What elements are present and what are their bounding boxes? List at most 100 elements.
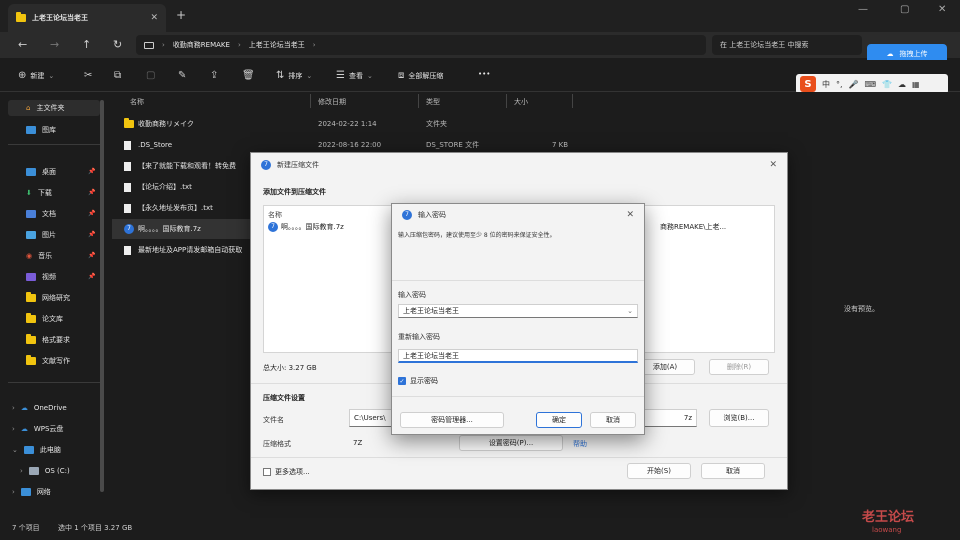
list-item-path: 商務REMAKE\上老... bbox=[660, 223, 727, 231]
more-options-checkbox[interactable]: 更多选项... bbox=[263, 467, 310, 477]
remove-button[interactable]: 删除(R) bbox=[709, 359, 769, 375]
column-header-date[interactable]: 修改日期 bbox=[318, 97, 346, 107]
search-placeholder: 在 上老王论坛当老王 中搜索 bbox=[720, 41, 809, 49]
pin-icon[interactable]: 📌 bbox=[88, 189, 95, 196]
address-bar[interactable]: › 收勤商務REMAKE › 上老王论坛当老王 › bbox=[136, 35, 706, 55]
format-select[interactable]: 7Z bbox=[353, 439, 362, 447]
column-header-name[interactable]: 名称 bbox=[130, 97, 144, 107]
menu-icon[interactable]: ▦ bbox=[912, 80, 920, 89]
sidebar-item-label: 网络研究 bbox=[42, 294, 70, 302]
skin-icon[interactable]: 👕 bbox=[882, 80, 892, 89]
explorer-tab[interactable]: 上老王论坛当老王 ✕ bbox=[8, 4, 166, 32]
sidebar-item-desktop[interactable]: 桌面 bbox=[26, 164, 56, 180]
divider bbox=[8, 382, 100, 383]
share-button[interactable]: ⇪ bbox=[210, 70, 218, 81]
keyboard-icon[interactable]: ⌨ bbox=[865, 80, 877, 89]
ime-mode[interactable]: 中 bbox=[822, 79, 830, 90]
list-item[interactable]: 7 啊。。。。国际教育.7z bbox=[268, 222, 344, 232]
close-window-button[interactable]: ✕ bbox=[938, 4, 946, 15]
password-input[interactable]: 上老王论坛当老王 ⌄ bbox=[398, 304, 638, 318]
sidebar-item-downloads[interactable]: ⬇ 下载 bbox=[26, 185, 52, 201]
paste-button[interactable]: ▢ bbox=[146, 70, 155, 81]
refresh-icon[interactable]: ↻ bbox=[113, 38, 122, 51]
view-button[interactable]: ☰ 查看 ⌄ bbox=[336, 70, 373, 81]
sidebar-item-home[interactable]: ⌂ 主文件夹 bbox=[8, 100, 100, 116]
cancel-button[interactable]: 取消 bbox=[701, 463, 765, 479]
filename-label: 文件名 bbox=[263, 416, 284, 424]
minimize-button[interactable]: — bbox=[858, 4, 868, 15]
punctuation-icon[interactable]: °, bbox=[836, 80, 843, 89]
show-password-checkbox[interactable]: ✓ 显示密码 bbox=[398, 376, 438, 386]
more-button[interactable]: ••• bbox=[478, 70, 490, 78]
help-link[interactable]: 帮助 bbox=[573, 439, 587, 449]
sidebar-item-folder[interactable]: 格式要求 bbox=[26, 332, 70, 348]
sidebar-item-documents[interactable]: 文档 bbox=[26, 206, 56, 222]
sidebar-item-folder[interactable]: 文献写作 bbox=[26, 353, 70, 369]
tab-close-icon[interactable]: ✕ bbox=[150, 13, 158, 23]
forward-icon[interactable]: → bbox=[50, 38, 59, 51]
video-icon bbox=[26, 273, 36, 281]
up-icon[interactable]: ↑ bbox=[82, 38, 91, 51]
sidebar-item-onedrive[interactable]: › ☁ OneDrive bbox=[12, 400, 67, 416]
cut-button[interactable]: ✂ bbox=[84, 70, 92, 81]
dialog-title-bar: 7 新建压缩文件 ✕ bbox=[251, 153, 787, 177]
rename-icon: ✎ bbox=[178, 70, 187, 81]
new-tab-button[interactable]: + bbox=[176, 8, 186, 22]
baidu-upload-label: 拖拽上传 bbox=[899, 50, 928, 58]
sidebar-item-folder[interactable]: 网络研究 bbox=[26, 290, 70, 306]
sidebar-item-folder[interactable]: 论文库 bbox=[26, 311, 63, 327]
breadcrumb-item-1[interactable]: 收勤商務REMAKE bbox=[173, 40, 230, 50]
pin-icon[interactable]: 📌 bbox=[88, 168, 95, 175]
ime-toolbar[interactable]: S 中 °, 🎤 ⌨ 👕 ☁ ▦ bbox=[796, 74, 948, 94]
sort-button[interactable]: ⇅ 排序 ⌄ bbox=[276, 70, 312, 81]
breadcrumb-item-2[interactable]: 上老王论坛当老王 bbox=[249, 40, 305, 50]
sidebar-item-music[interactable]: ◉ 音乐 bbox=[26, 248, 52, 264]
list-item-name: 啊。。。。国际教育.7z bbox=[281, 223, 344, 231]
column-divider[interactable] bbox=[418, 94, 419, 108]
start-button[interactable]: 开始(S) bbox=[627, 463, 691, 479]
password-manager-button[interactable]: 密码管理器... bbox=[400, 412, 504, 428]
file-size: 7 KB bbox=[552, 141, 569, 149]
confirm-password-input[interactable]: 上老王论坛当老王 bbox=[398, 349, 638, 363]
column-divider[interactable] bbox=[506, 94, 507, 108]
pin-icon[interactable]: 📌 bbox=[88, 210, 95, 217]
pin-icon[interactable]: 📌 bbox=[88, 231, 95, 238]
pin-icon[interactable]: 📌 bbox=[88, 273, 95, 280]
sidebar-item-pictures[interactable]: 图片 bbox=[26, 227, 56, 243]
rename-button[interactable]: ✎ bbox=[178, 70, 186, 81]
file-row[interactable]: 收勤商務リメイク 2024-02-22 1:14 文件夹 bbox=[112, 114, 772, 134]
chevron-down-icon[interactable]: ⌄ bbox=[627, 307, 633, 315]
column-divider[interactable] bbox=[310, 94, 311, 108]
column-header-size[interactable]: 大小 bbox=[514, 97, 528, 107]
column-divider[interactable] bbox=[572, 94, 573, 108]
7z-app-icon: 7 bbox=[402, 210, 412, 220]
back-icon[interactable]: ← bbox=[18, 38, 27, 51]
pin-icon[interactable]: 📌 bbox=[88, 252, 95, 259]
browse-button[interactable]: 浏览(B)... bbox=[709, 409, 769, 427]
delete-button[interactable]: 🗑 bbox=[242, 70, 255, 81]
tools-icon[interactable]: ☁ bbox=[898, 80, 906, 89]
cancel-button[interactable]: 取消 bbox=[590, 412, 636, 428]
maximize-button[interactable]: ▢ bbox=[900, 4, 909, 15]
sidebar-item-gallery[interactable]: 图库 bbox=[26, 122, 56, 138]
column-header-type[interactable]: 类型 bbox=[426, 97, 440, 107]
extract-all-button[interactable]: ⧈ 全部解压缩 bbox=[398, 70, 443, 81]
set-password-button[interactable]: 设置密码(P)... bbox=[459, 435, 563, 451]
checkmark-icon: ✓ bbox=[398, 377, 406, 385]
password-value: 上老王论坛当老王 bbox=[403, 307, 459, 315]
ok-button[interactable]: 确定 bbox=[536, 412, 582, 428]
sidebar-item-network[interactable]: › 网络 bbox=[12, 484, 51, 500]
close-icon[interactable]: ✕ bbox=[769, 160, 777, 170]
sidebar-item-videos[interactable]: 视频 bbox=[26, 269, 56, 285]
sidebar-item-drive-c[interactable]: › OS (C:) bbox=[20, 463, 70, 479]
sidebar-scrollbar[interactable] bbox=[100, 100, 104, 492]
copy-button[interactable]: ⧉ bbox=[114, 70, 121, 81]
microphone-icon[interactable]: 🎤 bbox=[849, 80, 859, 89]
7z-archive-icon: 7 bbox=[268, 222, 278, 232]
close-icon[interactable]: ✕ bbox=[626, 210, 634, 220]
new-button[interactable]: ⊕ 新建 ⌄ bbox=[18, 70, 54, 81]
sidebar-item-this-pc[interactable]: ⌄ 此电脑 bbox=[12, 442, 61, 458]
search-input[interactable]: 在 上老王论坛当老王 中搜索 bbox=[712, 35, 862, 55]
sidebar-item-wps[interactable]: › ☁ WPS云盘 bbox=[12, 421, 63, 437]
section-settings-title: 压缩文件设置 bbox=[263, 394, 305, 402]
